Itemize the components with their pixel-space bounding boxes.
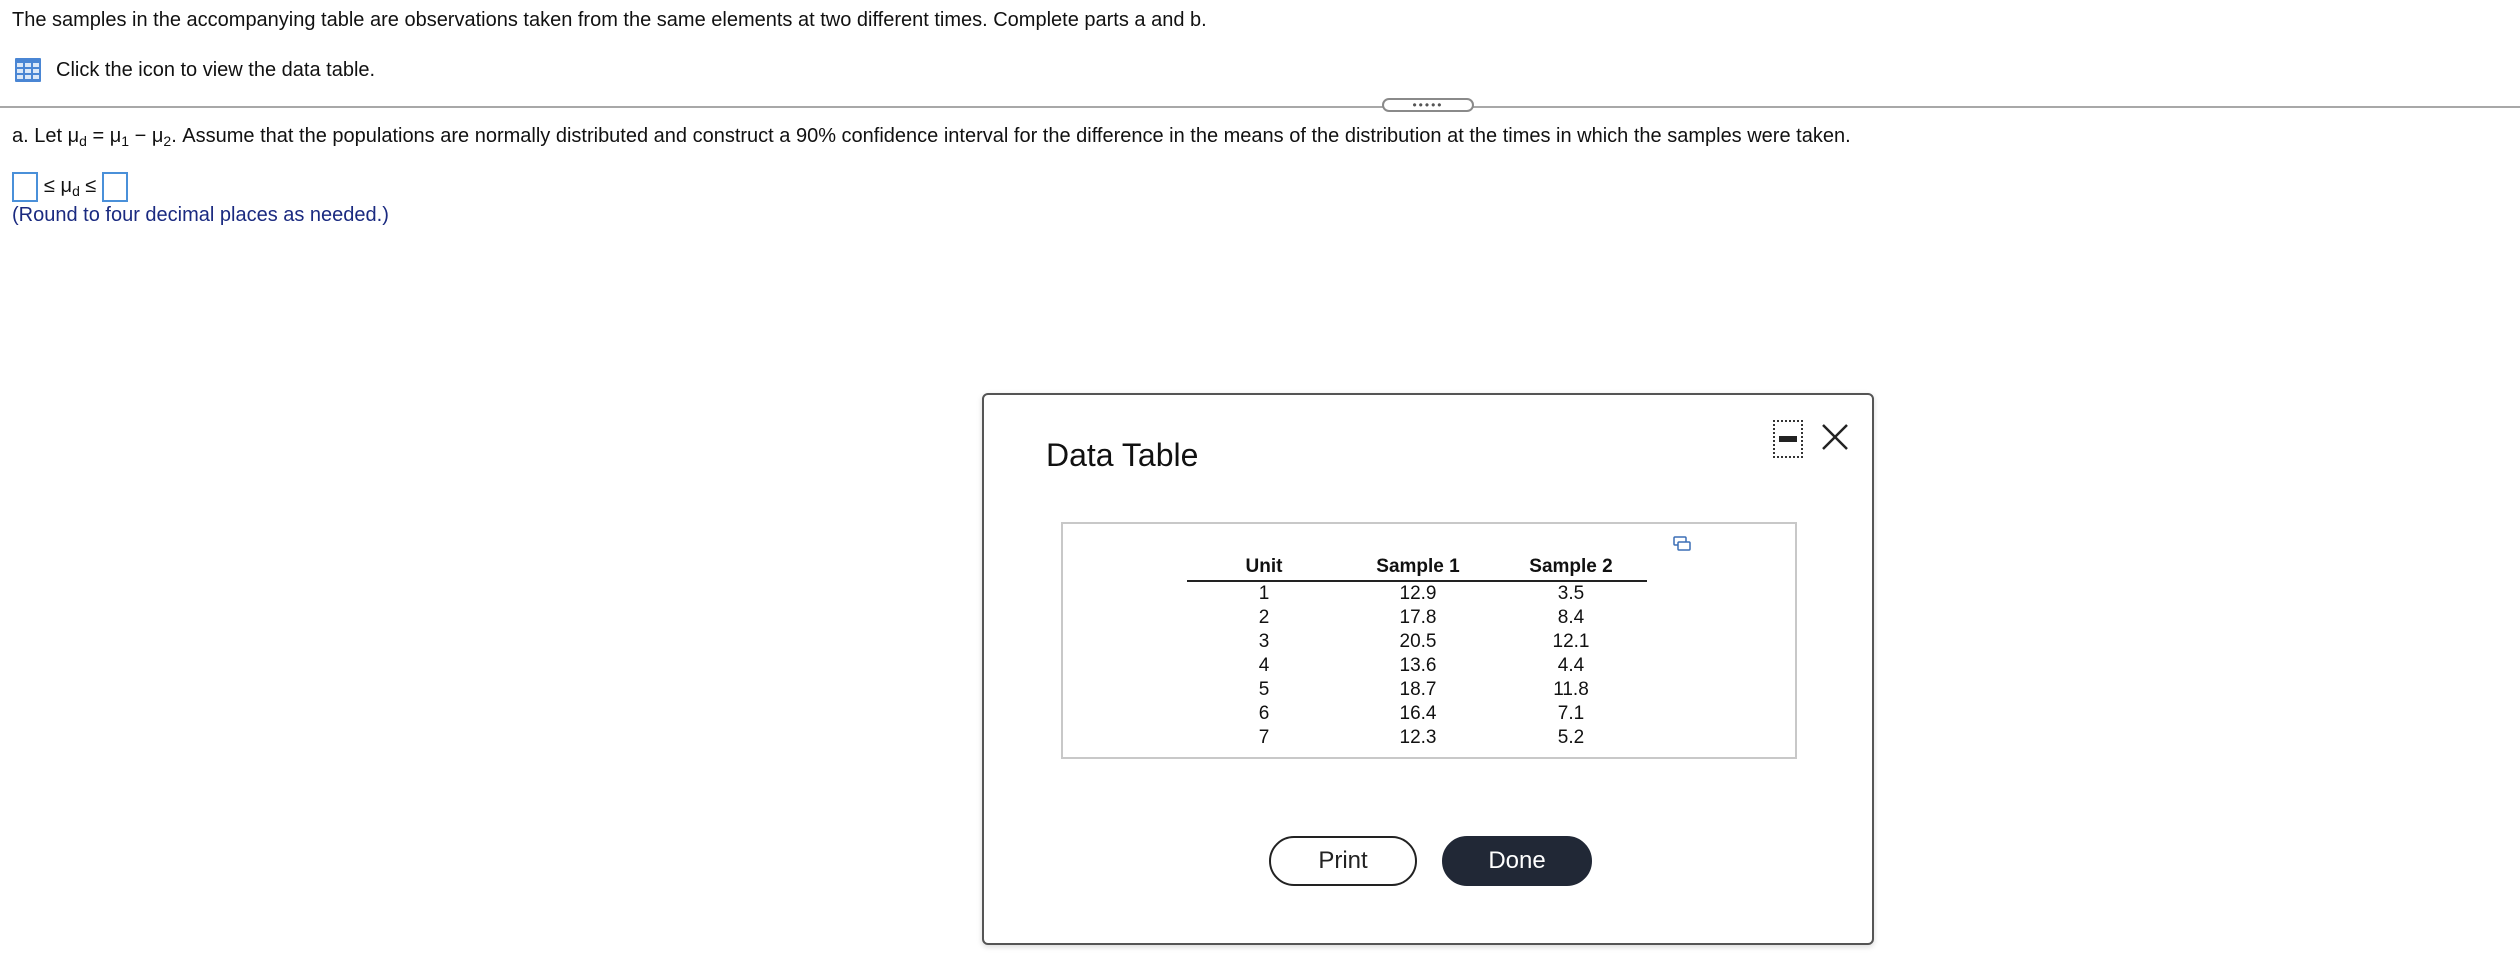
table-row: 2 17.8 8.4 bbox=[1187, 606, 1647, 630]
cell-sample-2: 8.4 bbox=[1557, 607, 1585, 628]
close-icon[interactable] bbox=[1817, 419, 1853, 455]
cell-unit: 7 bbox=[1258, 727, 1270, 748]
minimize-icon bbox=[1779, 436, 1797, 442]
table-grid-icon[interactable] bbox=[14, 57, 42, 83]
done-button[interactable]: Done bbox=[1442, 836, 1592, 886]
cell-unit: 3 bbox=[1258, 631, 1270, 652]
section-divider bbox=[0, 106, 2520, 108]
cell-unit: 1 bbox=[1258, 583, 1270, 604]
table-row: 6 16.4 7.1 bbox=[1187, 702, 1647, 726]
panel-resize-handle[interactable]: ••••• bbox=[1382, 98, 1474, 112]
rounding-hint: (Round to four decimal places as needed.… bbox=[12, 204, 389, 226]
dialog-title: Data Table bbox=[1046, 437, 1199, 473]
table-row: 3 20.5 12.1 bbox=[1187, 630, 1647, 654]
question-part-a: a. Let μd = μ1 − μ2. Assume that the pop… bbox=[12, 125, 1851, 149]
table-row: 4 13.6 4.4 bbox=[1187, 654, 1647, 678]
cell-unit: 2 bbox=[1258, 607, 1270, 628]
cell-unit: 5 bbox=[1258, 679, 1270, 700]
interval-inequality: ≤ μd ≤ bbox=[44, 175, 97, 199]
data-table-frame: Unit Sample 1 Sample 2 1 12.9 3.5 2 17.8 8.4… bbox=[1061, 522, 1797, 759]
confidence-interval-answer: ≤ μd ≤ bbox=[12, 170, 129, 204]
cell-sample-1: 20.5 bbox=[1399, 631, 1437, 652]
intro-text: The samples in the accompanying table ar… bbox=[12, 9, 1207, 31]
table-row: 1 12.9 3.5 bbox=[1187, 581, 1647, 606]
cell-sample-1: 12.3 bbox=[1399, 727, 1437, 748]
cell-sample-2: 11.8 bbox=[1553, 679, 1589, 700]
cell-sample-2: 5.2 bbox=[1557, 727, 1585, 748]
view-data-table-label[interactable]: Click the icon to view the data table. bbox=[56, 59, 375, 82]
table-row: 7 12.3 5.2 bbox=[1187, 726, 1647, 750]
cell-unit: 6 bbox=[1258, 703, 1270, 724]
cell-sample-1: 16.4 bbox=[1399, 703, 1437, 724]
minimize-button[interactable] bbox=[1773, 420, 1803, 458]
copy-icon[interactable] bbox=[1673, 536, 1691, 552]
view-data-table-link[interactable]: Click the icon to view the data table. bbox=[14, 56, 375, 84]
lower-bound-input[interactable] bbox=[12, 172, 38, 202]
cell-sample-1: 12.9 bbox=[1399, 583, 1437, 604]
cell-sample-1: 18.7 bbox=[1399, 679, 1437, 700]
data-table-dialog: Data Table Unit Sample 1 Sample 2 1 12.9 3… bbox=[982, 393, 1874, 945]
table-header-row: Unit Sample 1 Sample 2 bbox=[1187, 554, 1647, 582]
cell-sample-2: 3.5 bbox=[1557, 583, 1585, 604]
header-sample-1: Sample 1 bbox=[1341, 554, 1495, 582]
header-unit: Unit bbox=[1187, 554, 1341, 582]
print-button[interactable]: Print bbox=[1269, 836, 1417, 886]
cell-sample-2: 12.1 bbox=[1552, 631, 1590, 652]
cell-unit: 4 bbox=[1258, 655, 1270, 676]
upper-bound-input[interactable] bbox=[102, 172, 129, 202]
data-table: Unit Sample 1 Sample 2 1 12.9 3.5 2 17.8 8.4… bbox=[1187, 554, 1647, 750]
cell-sample-1: 13.6 bbox=[1399, 655, 1437, 676]
cell-sample-1: 17.8 bbox=[1399, 607, 1437, 628]
cell-sample-2: 4.4 bbox=[1557, 655, 1585, 676]
header-sample-2: Sample 2 bbox=[1495, 554, 1647, 582]
table-row: 5 18.7 11.8 bbox=[1187, 678, 1647, 702]
cell-sample-2: 7.1 bbox=[1557, 703, 1585, 724]
